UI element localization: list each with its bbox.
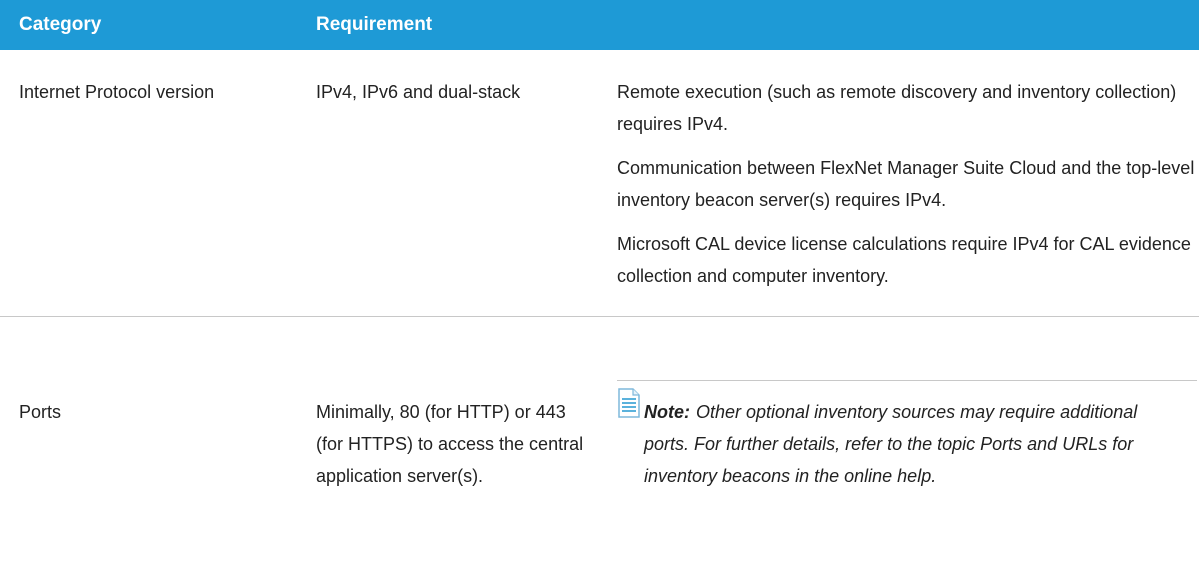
row-ip-note-3: Microsoft CAL device license calculation… xyxy=(617,234,1191,286)
row-ip-note-2: Communication between FlexNet Manager Su… xyxy=(617,158,1195,210)
column-header-category: Category xyxy=(19,14,102,35)
note-body: Other optional inventory sources may req… xyxy=(644,402,1138,486)
table-header: Category Requirement xyxy=(0,0,1199,50)
note-document-icon xyxy=(618,388,640,418)
note-text: Note: Other optional inventory sources ma… xyxy=(644,396,1184,492)
requirements-table: Category Requirement Internet Protocol v… xyxy=(0,0,1199,562)
row-ports-requirement: Minimally, 80 (for HTTP) or 443 (for HTT… xyxy=(316,402,584,486)
note-label: Note: xyxy=(644,402,690,422)
column-header-requirement: Requirement xyxy=(316,14,433,35)
row-divider xyxy=(0,316,1199,317)
row-ip-requirement: IPv4, IPv6 and dual-stack xyxy=(316,82,521,102)
row-ip-category: Internet Protocol version xyxy=(19,82,215,102)
row-ports-category: Ports xyxy=(19,402,62,422)
row-ip-note-1: Remote execution (such as remote discove… xyxy=(617,82,1177,134)
row-ip-notes: Remote execution (such as remote discove… xyxy=(617,76,1197,304)
note-top-rule xyxy=(617,380,1197,381)
